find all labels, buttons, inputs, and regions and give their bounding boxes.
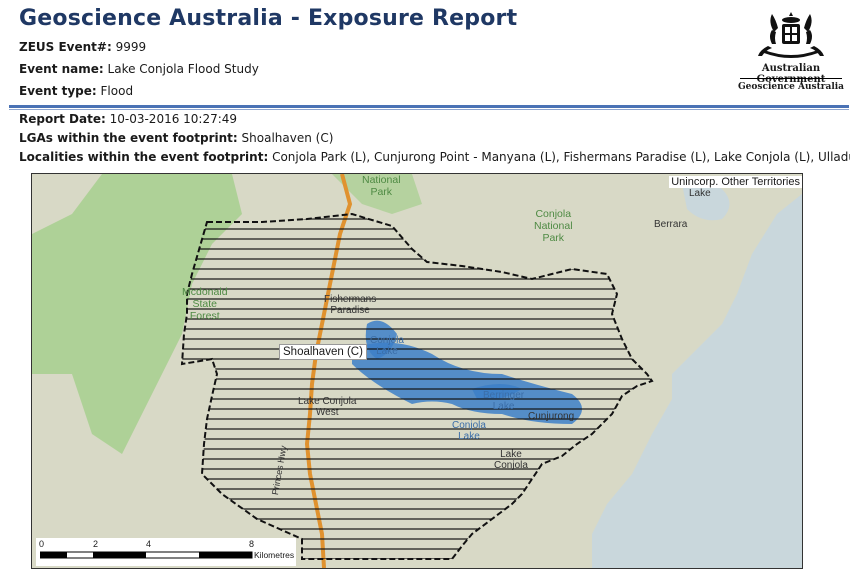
scale-tick-0: 0 [39,539,45,549]
scale-tick-4: 4 [146,539,152,549]
event-type-field: Event type: Flood [19,84,133,98]
report-title: Geoscience Australia - Exposure Report [19,6,518,31]
scale-unit-label: Kilometres [254,550,295,560]
national-park-label: National Park [362,174,401,198]
event-name-field: Event name: Lake Conjola Flood Study [19,62,259,76]
report-date-value: 10-03-2016 10:27:49 [109,112,238,126]
cunjurong-label: Cunjurong [528,411,575,422]
australian-government-logo: Australian Government Geoscience Austral… [734,10,848,100]
scale-tick-2: 2 [93,539,99,549]
localities-field: Localities within the event footprint: C… [19,150,850,164]
lake-top-right-label: Lake [689,188,711,199]
zeus-event-label: ZEUS Event#: [19,40,112,54]
berrara-label: Berrara [654,219,688,230]
zeus-event-value: 9999 [115,40,147,54]
map-canvas [32,174,802,568]
event-name-label: Event name: [19,62,104,76]
fishermans-paradise-label: Fishermans Paradise [324,294,377,316]
coat-of-arms-icon [758,12,824,58]
lgas-label: LGAs within the event footprint: [19,131,238,145]
conjola-national-park-label: Conjola National Park [534,208,573,244]
scale-tick-8: 8 [249,539,255,549]
zeus-event-field: ZEUS Event#: 9999 [19,40,146,54]
report-date-label: Report Date: [19,112,106,126]
map-scale-bar: 0 2 4 8 Kilometres [36,538,296,566]
mcdonald-state-forest-label: Mcdonald State Forest [182,286,228,322]
conjola-lake-label: Conjola Lake [370,335,404,357]
localities-label: Localities within the event footprint: [19,150,269,164]
header-divider [9,105,849,108]
territories-label: Unincorp. Other Territories [669,176,802,188]
lgas-field: LGAs within the event footprint: Shoalha… [19,131,333,145]
event-type-label: Event type: [19,84,97,98]
logo-divider [740,78,842,79]
lga-map-label: Shoalhaven (C) [279,344,367,360]
header-divider-thin [9,109,849,110]
lake-conjola-label: Lake Conjola [494,449,528,471]
event-name-value: Lake Conjola Flood Study [107,62,259,76]
localities-value: Conjola Park (L), Cunjurong Point - Many… [272,150,850,164]
lgas-value: Shoalhaven (C) [241,131,334,145]
report-date-field: Report Date: 10-03-2016 10:27:49 [19,112,237,126]
conjola-lake-south-label: Conjola Lake [452,420,486,442]
event-type-value: Flood [100,84,134,98]
berringer-lake-label: Berringer Lake [483,390,525,412]
lake-conjola-west-label: Lake Conjola West [298,396,357,418]
logo-line-agency: Geoscience Australia [738,82,844,92]
exposure-map[interactable]: Unincorp. Other Territories Shoalhaven (… [31,173,803,569]
